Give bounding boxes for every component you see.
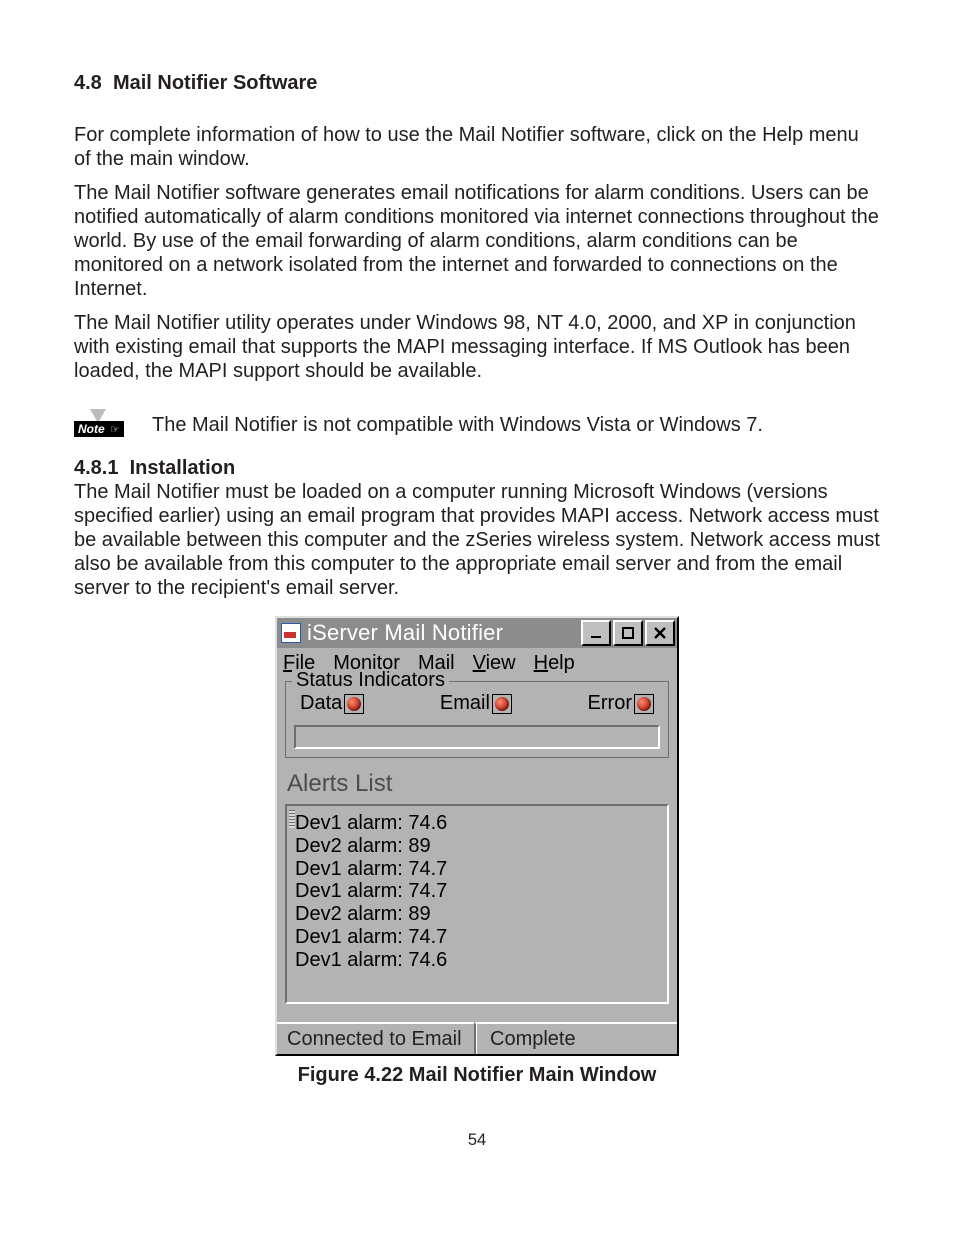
section-heading: 4.8 Mail Notifier Software xyxy=(74,72,880,95)
app-window: iServer Mail Notifier File Monitor Mai xyxy=(275,616,679,1056)
section-title: Mail Notifier Software xyxy=(113,72,317,94)
paragraph: The Mail Notifier software generates ema… xyxy=(74,181,880,301)
figure-caption: Figure 4.22 Mail Notifier Main Window xyxy=(74,1064,880,1087)
window-title: iServer Mail Notifier xyxy=(307,620,579,646)
svg-text:☞: ☞ xyxy=(110,424,120,436)
close-button[interactable] xyxy=(645,620,675,646)
led-icon xyxy=(634,694,654,714)
menu-view[interactable]: View xyxy=(473,652,516,675)
indicator-data: Data xyxy=(300,692,364,715)
subsection-title: Installation xyxy=(130,457,236,479)
group-legend: Status Indicators xyxy=(292,669,449,692)
status-indicators-group: Status Indicators Data Email Error xyxy=(285,681,669,758)
indicator-email: Email xyxy=(440,692,512,715)
subsection-number: 4.8.1 xyxy=(74,457,118,479)
indicator-error-label: Error xyxy=(588,692,632,715)
list-item: Dev1 alarm: 74.6 xyxy=(295,812,659,835)
app-icon xyxy=(281,623,301,643)
list-item: Dev2 alarm: 89 xyxy=(295,903,659,926)
status-bar: Connected to Email Complete xyxy=(277,1022,677,1054)
paragraph: The Mail Notifier utility operates under… xyxy=(74,311,880,383)
list-item: Dev1 alarm: 74.7 xyxy=(295,880,659,903)
window-titlebar: iServer Mail Notifier xyxy=(277,618,677,648)
alerts-list[interactable]: Dev1 alarm: 74.6 Dev2 alarm: 89 Dev1 ala… xyxy=(285,804,669,1004)
note-text: The Mail Notifier is not compatible with… xyxy=(152,413,763,437)
list-item: Dev1 alarm: 74.7 xyxy=(295,926,659,949)
alerts-list-label: Alerts List xyxy=(277,762,677,804)
note-callout: Note ☞ The Mail Notifier is not compatib… xyxy=(74,407,880,443)
svg-text:Note: Note xyxy=(78,422,105,436)
section-number: 4.8 xyxy=(74,72,102,94)
led-icon xyxy=(344,694,364,714)
minimize-button[interactable] xyxy=(581,620,611,646)
statusbar-connection: Connected to Email xyxy=(277,1022,474,1054)
paragraph: For complete information of how to use t… xyxy=(74,123,880,171)
resize-grip-icon xyxy=(289,810,295,828)
led-icon xyxy=(492,694,512,714)
indicator-error: Error xyxy=(588,692,654,715)
maximize-button[interactable] xyxy=(613,620,643,646)
indicator-email-label: Email xyxy=(440,692,490,715)
statusbar-state: Complete xyxy=(474,1022,677,1054)
paragraph: The Mail Notifier must be loaded on a co… xyxy=(74,480,880,600)
note-icon: Note ☞ xyxy=(74,407,140,443)
subsection-heading: 4.8.1 Installation xyxy=(74,457,880,480)
indicator-data-label: Data xyxy=(300,692,342,715)
menu-help[interactable]: Help xyxy=(534,652,575,675)
list-item: Dev1 alarm: 74.6 xyxy=(295,949,659,972)
status-text-field xyxy=(294,725,660,749)
list-item: Dev2 alarm: 89 xyxy=(295,835,659,858)
page-number: 54 xyxy=(74,1131,880,1150)
list-item: Dev1 alarm: 74.7 xyxy=(295,858,659,881)
